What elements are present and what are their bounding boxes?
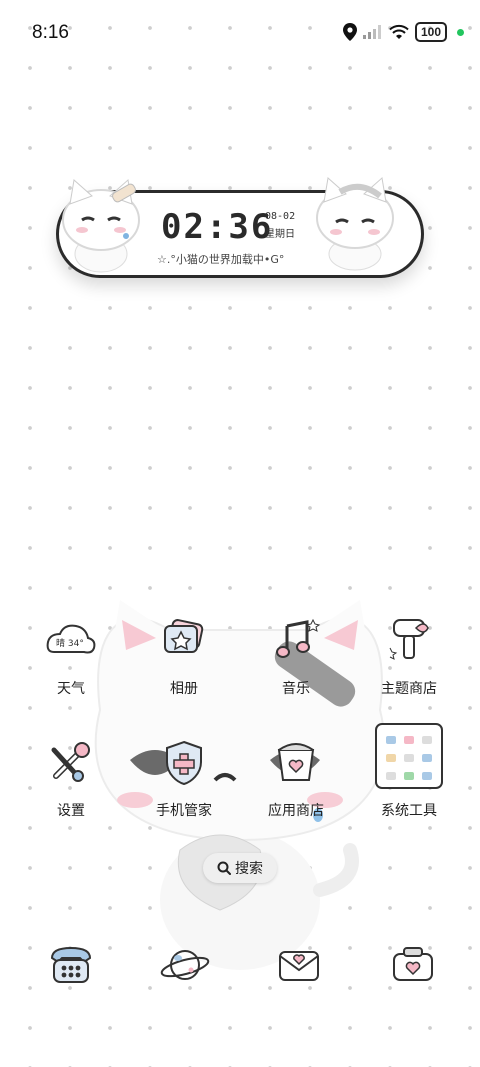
shield-icon: [166, 740, 202, 786]
app-weather[interactable]: 晴 34° 天气: [21, 614, 121, 724]
location-pin-icon: [342, 23, 357, 41]
status-icons: 100: [342, 22, 464, 42]
music-note-icon: [276, 618, 321, 658]
wrench-icon: [51, 742, 90, 782]
paint-brush-icon: [389, 619, 429, 660]
search-icon: [217, 861, 231, 875]
clock-time: 02:36: [161, 207, 274, 247]
search-button[interactable]: 搜索: [203, 853, 277, 883]
app-system-tools[interactable]: 系统工具: [359, 722, 459, 832]
search-label: 搜索: [235, 861, 263, 877]
app-label: 应用商店: [268, 803, 324, 819]
app-label: 主题商店: [381, 681, 437, 697]
sad-cat-right-icon: [316, 177, 394, 271]
envelope-icon[interactable]: [272, 938, 326, 992]
app-label: 天气: [57, 681, 85, 697]
clock-slogan: ☆.°小猫の世界加载中•G°: [157, 253, 285, 266]
battery-indicator: 100: [414, 22, 447, 42]
clock-date: 08-02: [265, 211, 296, 222]
app-label: 音乐: [282, 681, 310, 697]
telephone-icon[interactable]: [44, 938, 98, 992]
planet-chat-icon[interactable]: [158, 938, 212, 992]
sad-cat-left-icon: [62, 179, 140, 273]
app-store-cup-icon: [277, 743, 315, 781]
app-store[interactable]: 应用商店: [246, 736, 346, 846]
app-settings[interactable]: 设置: [21, 736, 121, 846]
clock-weekday: 星期日: [265, 229, 295, 240]
app-theme-store[interactable]: 主题商店: [359, 614, 459, 724]
status-time: 8:16: [32, 22, 69, 43]
wifi-icon: [389, 24, 409, 39]
folder-icon: [375, 723, 443, 789]
weather-icon-text: 晴 34°: [56, 637, 84, 649]
app-label: 相册: [170, 681, 198, 697]
signal-icon: [362, 25, 381, 39]
status-bar: 8:16 100: [0, 0, 480, 64]
app-music[interactable]: 音乐: [246, 614, 346, 724]
camera-icon[interactable]: [386, 938, 440, 992]
app-phone-manager[interactable]: 手机管家: [134, 736, 234, 846]
app-label: 设置: [57, 803, 85, 819]
app-label: 系统工具: [381, 803, 437, 819]
privacy-indicator-dot: [457, 28, 464, 36]
weather-cloud-icon: 晴 34°: [46, 624, 96, 654]
app-label: 手机管家: [156, 803, 212, 819]
app-gallery[interactable]: 相册: [134, 614, 234, 724]
photo-album-icon: [164, 619, 204, 653]
